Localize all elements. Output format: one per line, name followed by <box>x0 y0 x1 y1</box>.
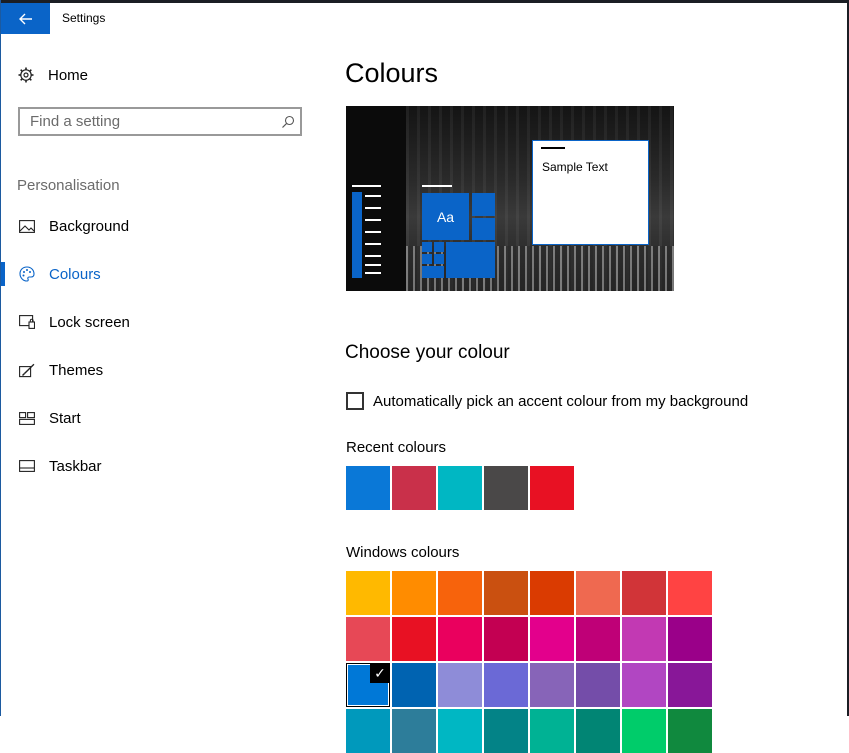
start-icon <box>18 410 36 426</box>
preview-sample-text: Sample Text <box>542 160 608 174</box>
choose-colour-heading: Choose your colour <box>345 342 510 363</box>
preview-menu-line <box>365 255 381 257</box>
preview-start-column <box>352 192 362 278</box>
home-label: Home <box>48 66 89 84</box>
windows-colour-swatch[interactable] <box>576 571 620 615</box>
preview-menu-line <box>365 195 381 197</box>
recent-colour-swatch[interactable] <box>346 466 390 510</box>
windows-colour-swatch[interactable] <box>438 663 482 707</box>
windows-colour-swatch[interactable] <box>438 617 482 661</box>
recent-colour-swatch[interactable] <box>484 466 528 510</box>
preview-tile <box>434 254 444 264</box>
preview-menu-line <box>365 272 381 274</box>
windows-colour-swatch[interactable] <box>576 617 620 661</box>
back-button[interactable] <box>1 3 50 34</box>
preview-tiles-line <box>422 185 452 187</box>
windows-colour-swatch[interactable] <box>668 617 712 661</box>
themes-icon <box>18 362 36 378</box>
recent-colour-swatch[interactable] <box>392 466 436 510</box>
sidebar-item-label: Themes <box>49 361 104 379</box>
preview-menu-line <box>365 231 381 233</box>
palette-icon <box>18 266 36 282</box>
recent-colours-label: Recent colours <box>346 439 447 456</box>
preview-tile-large: Aa <box>422 193 469 240</box>
windows-colour-swatch[interactable] <box>484 571 528 615</box>
recent-colour-swatch[interactable] <box>530 466 574 510</box>
preview-tile <box>422 254 432 264</box>
sidebar-item-start[interactable]: Start <box>0 401 300 435</box>
recent-colour-swatch[interactable] <box>438 466 482 510</box>
search-input[interactable] <box>30 113 276 130</box>
windows-colour-swatch[interactable] <box>530 617 574 661</box>
windows-colour-swatch[interactable] <box>392 617 436 661</box>
preview-menu-line <box>365 207 381 209</box>
sidebar-item-label: Colours <box>49 265 101 283</box>
window-title: Settings <box>62 11 106 25</box>
sidebar-section-personalisation: Personalisation <box>17 177 120 194</box>
checkmark-icon: ✓ <box>370 663 390 683</box>
preview-tile <box>422 242 432 252</box>
preview-window-title-line <box>541 147 565 149</box>
windows-colour-swatch[interactable] <box>622 663 666 707</box>
windows-colour-swatch[interactable] <box>346 617 390 661</box>
title-bar: Settings <box>0 3 847 34</box>
preview-menu-line <box>365 243 381 245</box>
sidebar-item-lock-screen[interactable]: Lock screen <box>0 305 300 339</box>
colour-preview: Aa Sample Text <box>346 106 674 291</box>
gear-icon <box>18 67 34 83</box>
sidebar-item-label: Background <box>49 217 130 235</box>
preview-tile <box>472 193 495 216</box>
sidebar-item-themes[interactable]: Themes <box>0 353 300 387</box>
preview-tile <box>472 218 495 240</box>
sidebar-item-colours[interactable]: Colours <box>0 257 300 291</box>
preview-tile-wide <box>446 242 495 278</box>
active-indicator <box>1 262 5 286</box>
windows-colour-swatch[interactable] <box>576 663 620 707</box>
windows-colour-swatch[interactable] <box>484 617 528 661</box>
home-link[interactable]: Home <box>18 64 88 86</box>
picture-icon <box>18 218 36 234</box>
windows-colour-swatch[interactable]: ✓ <box>346 663 390 707</box>
sidebar-item-label: Taskbar <box>49 457 102 475</box>
sidebar-item-background[interactable]: Background <box>0 209 300 243</box>
auto-pick-accent-option[interactable]: Automatically pick an accent colour from… <box>346 390 748 412</box>
search-icon[interactable] <box>276 109 300 134</box>
preview-menu-line <box>365 264 381 266</box>
preview-tile <box>422 266 444 278</box>
search-box[interactable] <box>18 107 302 136</box>
sidebar-item-taskbar[interactable]: Taskbar <box>0 449 300 483</box>
sidebar-item-label: Lock screen <box>49 313 130 331</box>
windows-colour-swatch[interactable] <box>438 571 482 615</box>
sidebar-item-label: Start <box>49 409 81 427</box>
preview-menu-line <box>365 219 381 221</box>
auto-pick-accent-label[interactable]: Automatically pick an accent colour from… <box>373 393 748 410</box>
preview-tile <box>434 242 444 252</box>
auto-pick-accent-checkbox[interactable] <box>346 392 364 410</box>
windows-colour-swatch[interactable] <box>392 571 436 615</box>
page-title: Colours <box>345 58 439 88</box>
windows-colour-swatch[interactable] <box>392 663 436 707</box>
windows-colour-swatch[interactable] <box>530 571 574 615</box>
windows-colour-swatch[interactable] <box>530 663 574 707</box>
windows-colour-swatch[interactable] <box>668 571 712 615</box>
windows-colour-swatch[interactable] <box>668 663 712 707</box>
preview-start-line <box>352 185 381 187</box>
windows-colour-swatch[interactable] <box>484 663 528 707</box>
back-arrow-icon <box>18 13 32 24</box>
taskbar-icon <box>18 458 36 474</box>
windows-colour-swatch[interactable] <box>622 617 666 661</box>
windows-colours-label: Windows colours <box>346 544 460 561</box>
windows-colour-swatch[interactable] <box>346 571 390 615</box>
windows-colour-swatch[interactable] <box>622 571 666 615</box>
preview-sample-window: Sample Text <box>532 140 649 245</box>
lock-screen-icon <box>18 314 36 330</box>
